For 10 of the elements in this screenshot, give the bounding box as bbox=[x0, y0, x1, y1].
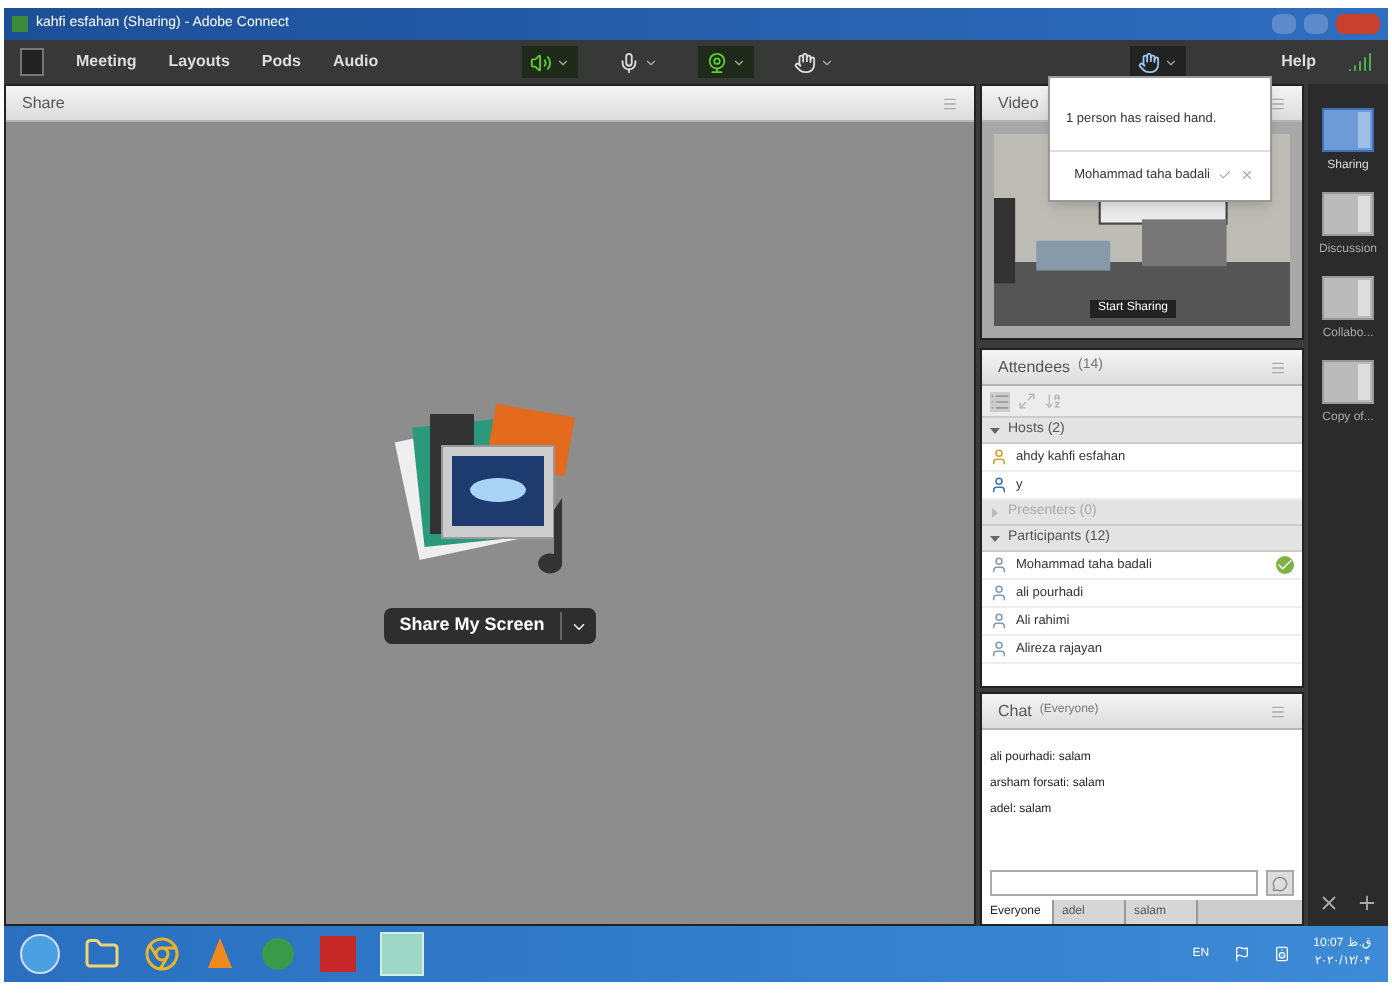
menu-item[interactable]: Audio bbox=[332, 50, 379, 74]
menu-item[interactable]: Layouts bbox=[168, 50, 230, 74]
help-menu[interactable]: Help bbox=[1281, 50, 1316, 74]
pod-title: Attendees bbox=[998, 355, 1071, 379]
share-screen-button[interactable]: Share My Screen bbox=[383, 608, 597, 644]
menu-item[interactable]: Meeting bbox=[76, 50, 137, 74]
pod-title: Chat bbox=[998, 699, 1032, 723]
pod-title: Share bbox=[22, 91, 65, 115]
pod-title: Video bbox=[998, 91, 1039, 115]
menu-item[interactable]: Pods bbox=[261, 50, 301, 74]
